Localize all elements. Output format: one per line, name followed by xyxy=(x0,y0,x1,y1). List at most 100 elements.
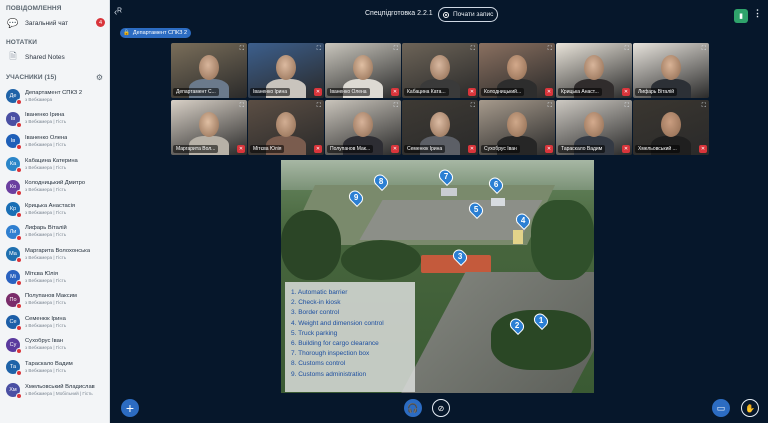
video-name-bar: Кабацина Ката... xyxy=(404,88,449,96)
participant-item[interactable]: Де Департамент СПКЗ 2з Вебкамера xyxy=(0,85,109,108)
participant-item[interactable]: Та Тараскало Вадим з Вебкамера | Гість xyxy=(0,356,109,379)
webcam-button[interactable]: ⊘ xyxy=(432,399,450,417)
fullscreen-icon[interactable]: ⛶ xyxy=(317,46,321,53)
person-head xyxy=(430,55,450,80)
video-name-bar: Семенюк Ірина xyxy=(404,145,446,153)
unread-badge: 4 xyxy=(96,18,105,27)
video-name-bar: Лифарь Віталій xyxy=(635,88,678,96)
participant-item[interactable]: Ка Кабацина Катерина з Вебкамера | Гість xyxy=(0,153,109,176)
mic-muted-icon xyxy=(16,144,22,151)
participant-status: з Вебкамера | Гість xyxy=(25,209,67,215)
video-tile[interactable]: ⛶ Іваненко Ірина ✕ xyxy=(248,43,324,98)
video-tile[interactable]: ⛶ Хмельовський ... ✕ xyxy=(633,100,709,155)
participant-item[interactable]: По Полупанов Максим з Вебкамера | Гість xyxy=(0,288,109,311)
shared-notes-item[interactable]: 🗎 Shared Notes xyxy=(0,49,109,65)
fullscreen-icon[interactable]: ⛶ xyxy=(702,46,706,53)
video-tile[interactable]: ⛶ Семенюк Ірина ✕ xyxy=(402,100,478,155)
mic-muted-icon: ✕ xyxy=(468,88,476,96)
audio-button[interactable]: 🎧 xyxy=(404,399,422,417)
participant-item[interactable]: Се Семенюк Ірина з Вебкамера | Гість xyxy=(0,311,109,334)
video-tile[interactable]: ⛶ Колодницький... ✕ xyxy=(479,43,555,98)
participant-name: Департамент СПКЗ 2 xyxy=(25,89,83,96)
mic-muted-icon xyxy=(16,347,22,354)
participant-item[interactable]: Кр Крицька Анастасія з Вебкамера | Гість xyxy=(0,198,109,221)
fullscreen-icon[interactable]: ⛶ xyxy=(240,46,244,53)
avatar: Та xyxy=(6,360,22,377)
person-head xyxy=(507,55,527,80)
participant-item[interactable]: Ко Колодницький Дмитро з Вебкамера | Гість xyxy=(0,175,109,198)
forest-patch-right xyxy=(531,200,594,280)
participant-item[interactable]: Ма Маргарита Волохонська з Вебкамера | Гіс… xyxy=(0,243,109,266)
video-tile[interactable]: ⛶ Кабацина Ката... ✕ xyxy=(402,43,478,98)
participant-info: Департамент СПКЗ 2з Вебкамера xyxy=(25,90,82,103)
video-user-name: Хмельовський ... xyxy=(635,145,680,153)
video-user-name: Лифарь Віталій xyxy=(635,88,678,96)
participant-name: Полупанов Максим xyxy=(25,293,77,300)
avatar: Ів xyxy=(6,134,22,151)
video-tile[interactable]: ⛶ Сухобрус Іван ✕ xyxy=(479,100,555,155)
mic-muted-icon xyxy=(16,257,22,264)
fullscreen-icon[interactable]: ⛶ xyxy=(702,103,706,110)
mic-muted-icon xyxy=(16,212,22,219)
public-chat-item[interactable]: 💬 Загальний чат 4 xyxy=(0,15,109,31)
video-tile[interactable]: ⛶ Департамент С... xyxy=(171,43,247,98)
participant-item[interactable]: Хм Хмельовський Владислав з Вебкамера | Мо… xyxy=(0,379,109,402)
participant-item[interactable]: Мі Мітєва Юлія з Вебкамера | Гість xyxy=(0,266,109,289)
avatar: Хм xyxy=(6,383,22,400)
user-list-toggle-icon[interactable]: ‹ᴿ xyxy=(114,7,122,18)
fullscreen-icon[interactable]: ⛶ xyxy=(317,103,321,110)
video-tile[interactable]: ⛶ Лифарь Віталій xyxy=(633,43,709,98)
connection-status-icon[interactable]: ▮ xyxy=(734,9,748,23)
fullscreen-icon[interactable]: ⛶ xyxy=(548,46,552,53)
avatar: Кр xyxy=(6,202,22,219)
fullscreen-icon[interactable]: ⛶ xyxy=(240,103,244,110)
hand-icon: ✋ xyxy=(745,403,755,413)
video-tile[interactable]: ⛶ Полупанов Мак... ✕ xyxy=(325,100,401,155)
raise-hand-button[interactable]: ✋ xyxy=(741,399,759,417)
participant-info: Полупанов Максим з Вебкамера | Гість xyxy=(25,293,77,306)
avatar: Су xyxy=(6,337,22,354)
mic-muted-icon xyxy=(16,302,22,309)
fullscreen-icon[interactable]: ⛶ xyxy=(471,46,475,53)
fullscreen-icon[interactable]: ⛶ xyxy=(471,103,475,110)
record-label: Почати запис xyxy=(453,11,494,18)
participant-item[interactable]: Ів Іваненко Олена з Вебкамера | Гість xyxy=(0,130,109,153)
screen-share-button[interactable]: ▭ xyxy=(712,399,730,417)
participant-item[interactable]: Ли Лифарь Віталій з Вебкамера | Гість xyxy=(0,221,109,244)
fullscreen-icon[interactable]: ⛶ xyxy=(625,46,629,53)
forest-patch xyxy=(341,240,421,280)
fullscreen-icon[interactable]: ⛶ xyxy=(548,103,552,110)
legend-item: 7. Thorough inspection box xyxy=(291,350,370,358)
avatar: Ко xyxy=(6,179,22,196)
forest-patch-left xyxy=(281,210,341,280)
video-tile[interactable]: ⛶ Тараскало Вадим ✕ xyxy=(556,100,632,155)
participant-item[interactable]: Су Сухобрус Іван з Вебкамера | Гість xyxy=(0,334,109,357)
more-options-icon[interactable]: ⋮ xyxy=(753,8,762,19)
gear-icon[interactable]: ⚙ xyxy=(96,73,103,82)
person-head xyxy=(584,55,604,80)
video-tile[interactable]: ⛶ Маргарита Вол... ✕ xyxy=(171,100,247,155)
participant-name: Маргарита Волохонська xyxy=(25,247,91,254)
video-name-bar: Департамент С... xyxy=(173,88,219,96)
fullscreen-icon[interactable]: ⛶ xyxy=(394,103,398,110)
participant-item[interactable]: Ів Іваненко Ірина з Вебкамера | Гість xyxy=(0,108,109,131)
fullscreen-icon[interactable]: ⛶ xyxy=(625,103,629,110)
participant-info: Сухобрус Іван з Вебкамера | Гість xyxy=(25,338,66,351)
person-head xyxy=(430,112,450,137)
video-user-name: Іваненко Ірина xyxy=(250,88,290,96)
top-bar: ‹ᴿ Спецпідготовка 2.2.1 Почати запис ▮ ⋮ xyxy=(110,0,768,27)
video-tile[interactable]: ⛶ Крицька Анаст... ✕ xyxy=(556,43,632,98)
start-recording-button[interactable]: Почати запис xyxy=(438,7,498,22)
person-head xyxy=(276,112,296,137)
participant-info: Лифарь Віталій з Вебкамера | Гість xyxy=(25,225,67,238)
mic-muted-icon xyxy=(16,280,22,287)
fullscreen-icon[interactable]: ⛶ xyxy=(394,46,398,53)
video-tile[interactable]: ⛶ Мітєва Юлія ✕ xyxy=(248,100,324,155)
avatar: По xyxy=(6,292,22,309)
actions-button[interactable]: + xyxy=(121,399,139,417)
messages-title: ПОВІДОМЛЕННЯ xyxy=(6,5,62,12)
participant-name: Іваненко Ірина xyxy=(25,112,65,119)
mic-muted-icon xyxy=(16,234,22,241)
video-user-name: Маргарита Вол... xyxy=(173,145,219,153)
video-tile[interactable]: ⛶ Іваненко Олена ✕ xyxy=(325,43,401,98)
